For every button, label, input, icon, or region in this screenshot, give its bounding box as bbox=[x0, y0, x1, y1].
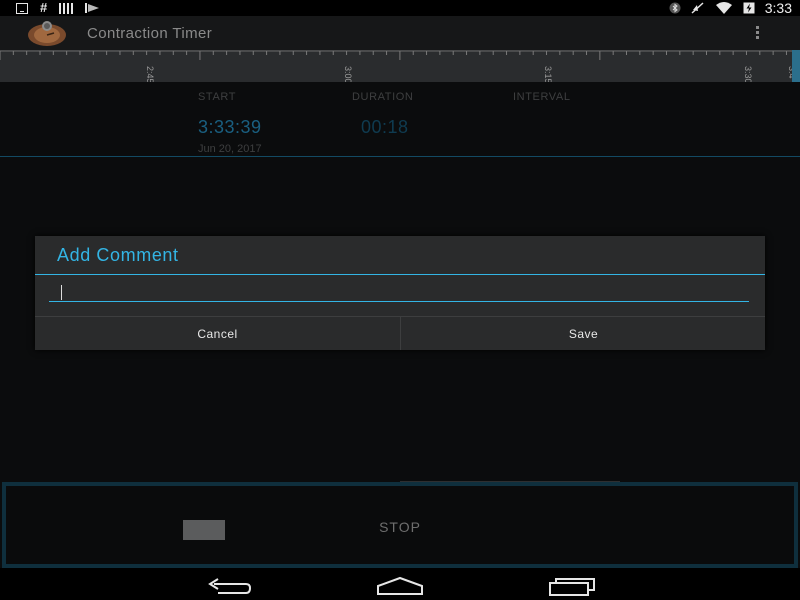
cancel-button[interactable]: Cancel bbox=[35, 317, 400, 350]
duration-value: 00:18 bbox=[361, 117, 409, 137]
tick-label: 3:30 bbox=[743, 66, 753, 82]
tick-label: 2:45 bbox=[145, 66, 155, 82]
app-title: Contraction Timer bbox=[87, 25, 213, 42]
stop-label: STOP bbox=[379, 519, 421, 535]
tick-label: 3:15 bbox=[543, 66, 553, 82]
hash-icon: # bbox=[40, 0, 48, 15]
stopwatch-icon[interactable] bbox=[26, 19, 68, 47]
bluetooth-icon bbox=[669, 2, 681, 14]
flag-icon bbox=[85, 3, 101, 13]
action-bar: Contraction Timer bbox=[0, 16, 800, 50]
dialog-title: Add Comment bbox=[57, 245, 179, 265]
current-time-marker bbox=[792, 50, 800, 82]
navigation-bar bbox=[0, 568, 800, 600]
start-header: START bbox=[198, 91, 237, 103]
stop-button[interactable]: STOP bbox=[2, 482, 798, 568]
status-clock: 3:33 bbox=[764, 0, 792, 16]
home-icon[interactable] bbox=[376, 574, 424, 598]
timeline-ticks bbox=[0, 50, 800, 60]
download-icon bbox=[16, 2, 28, 14]
wifi-icon bbox=[715, 2, 732, 14]
mute-icon bbox=[691, 2, 704, 14]
back-icon[interactable] bbox=[204, 574, 252, 598]
battery-icon bbox=[743, 2, 755, 14]
tick-label: 3:00 bbox=[343, 66, 353, 82]
header-divider bbox=[0, 156, 800, 157]
start-time: 3:33:39 bbox=[198, 117, 262, 137]
interval-header: INTERVAL bbox=[513, 91, 571, 103]
timeline[interactable]: 2:45 3:00 3:15 3:30 3:4 bbox=[0, 50, 800, 82]
status-bar: # 3:33 bbox=[0, 0, 800, 16]
start-date: Jun 20, 2017 bbox=[198, 143, 262, 155]
dialog-title-divider bbox=[35, 274, 765, 275]
recent-apps-icon[interactable] bbox=[548, 574, 596, 598]
duration-header: DURATION bbox=[352, 91, 414, 103]
text-cursor bbox=[61, 285, 62, 300]
overflow-menu-icon[interactable] bbox=[756, 26, 759, 39]
comment-input[interactable] bbox=[49, 284, 749, 302]
add-comment-dialog: Add Comment Cancel Save bbox=[35, 236, 765, 350]
barcode-icon bbox=[59, 2, 74, 14]
save-button[interactable]: Save bbox=[401, 317, 766, 350]
